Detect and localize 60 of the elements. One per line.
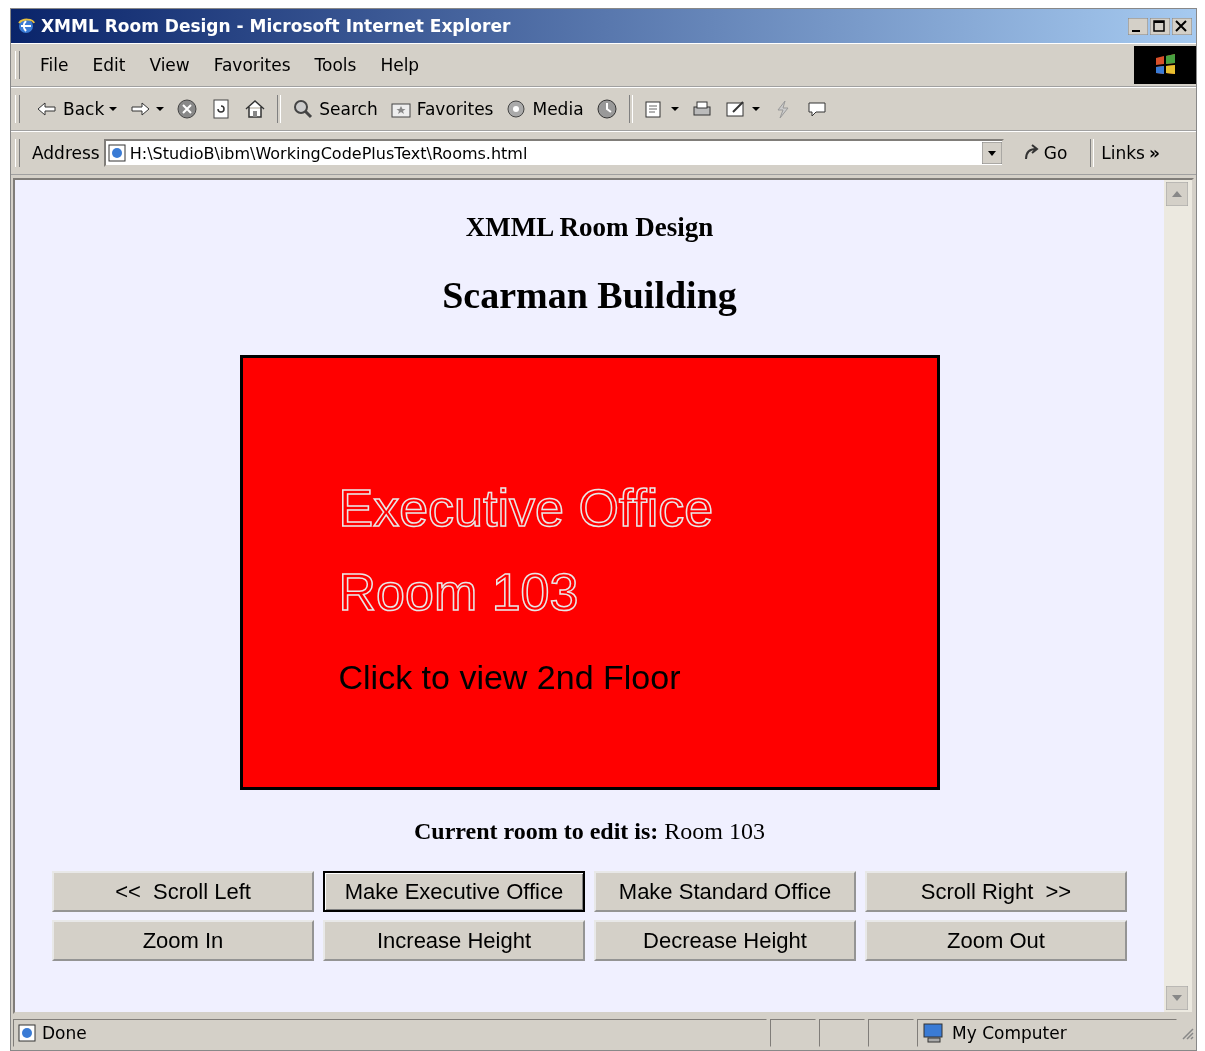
toolbar-button[interactable]: Search: [288, 99, 382, 119]
home-icon: [244, 99, 267, 119]
resize-grip-icon: [1180, 1026, 1194, 1040]
action-button[interactable]: Scroll Right >>: [865, 871, 1127, 912]
menu-item[interactable]: Help: [380, 55, 420, 75]
browser-icon: [17, 17, 35, 35]
dropdown-button[interactable]: [981, 142, 1002, 164]
caret-icon[interactable]: [751, 106, 760, 112]
room-plan[interactable]: Executive Office Room 103 Click to view 2nd Floor: [239, 355, 940, 790]
action-button[interactable]: Zoom In: [52, 920, 314, 961]
status-pane: [819, 1019, 865, 1047]
menu-item[interactable]: File: [40, 55, 69, 75]
action-button[interactable]: << Scroll Left: [52, 871, 314, 912]
page-icon: [107, 144, 126, 162]
action-button[interactable]: Zoom Out: [865, 920, 1127, 961]
zone-text: My Computer: [952, 1023, 1067, 1043]
status-text: Done: [42, 1023, 87, 1043]
window-title: XMML Room Design - Microsoft Internet Explorer: [41, 16, 512, 36]
more-button[interactable]: »: [1148, 143, 1166, 163]
room-type-text: Executive Office: [338, 478, 715, 538]
caret-icon[interactable]: [670, 106, 679, 112]
back-arrow-icon: [36, 99, 58, 119]
floor-link[interactable]: Click to view 2nd Floor: [338, 658, 937, 697]
toolbar-button[interactable]: Back: [32, 99, 122, 119]
page-heading: XMML Room Design: [465, 212, 714, 243]
close-button[interactable]: [1172, 17, 1192, 35]
building-heading: Scarman Building: [442, 273, 737, 317]
menu-item[interactable]: Edit: [92, 55, 126, 75]
pencil-icon: [724, 99, 747, 119]
action-button[interactable]: Make Executive Office: [323, 871, 585, 912]
computer-icon: [922, 1023, 946, 1043]
windows-logo-icon: [1134, 46, 1196, 84]
disc-icon: [505, 99, 528, 119]
links-button[interactable]: Links: [1101, 143, 1145, 163]
room-name-text: Room 103: [338, 562, 580, 622]
action-button[interactable]: Increase Height: [323, 920, 585, 961]
current-room-text: Current room to edit is: Room 103: [413, 818, 766, 845]
menu-item[interactable]: Tools: [314, 55, 357, 75]
go-button[interactable]: Go: [1007, 143, 1084, 163]
printer-icon: [690, 99, 713, 119]
minimize-button[interactable]: [1128, 17, 1148, 35]
action-button[interactable]: Make Standard Office: [594, 871, 856, 912]
address-label: Address: [32, 143, 100, 163]
stop-icon: [176, 99, 199, 119]
address-field[interactable]: H:\StudioB\ibm\WorkingCodePlusText\Rooms.html: [103, 139, 1004, 167]
search-icon: [292, 99, 315, 119]
action-button[interactable]: Decrease Height: [594, 920, 856, 961]
menu-item[interactable]: Favorites: [213, 55, 291, 75]
status-pane: [770, 1019, 816, 1047]
toolbar-button[interactable]: Favorites: [385, 99, 498, 119]
status-pane: [868, 1019, 914, 1047]
page-icon: [18, 1024, 36, 1042]
caret-icon[interactable]: [109, 106, 118, 112]
speech-bubble-icon: [805, 99, 828, 119]
forward-arrow-icon: [129, 99, 152, 119]
toolbar-button[interactable]: Media: [501, 99, 588, 119]
clock-icon: [595, 99, 618, 119]
caret-icon[interactable]: [156, 106, 165, 112]
maximize-button[interactable]: [1150, 17, 1170, 35]
menu-item[interactable]: View: [149, 55, 190, 75]
